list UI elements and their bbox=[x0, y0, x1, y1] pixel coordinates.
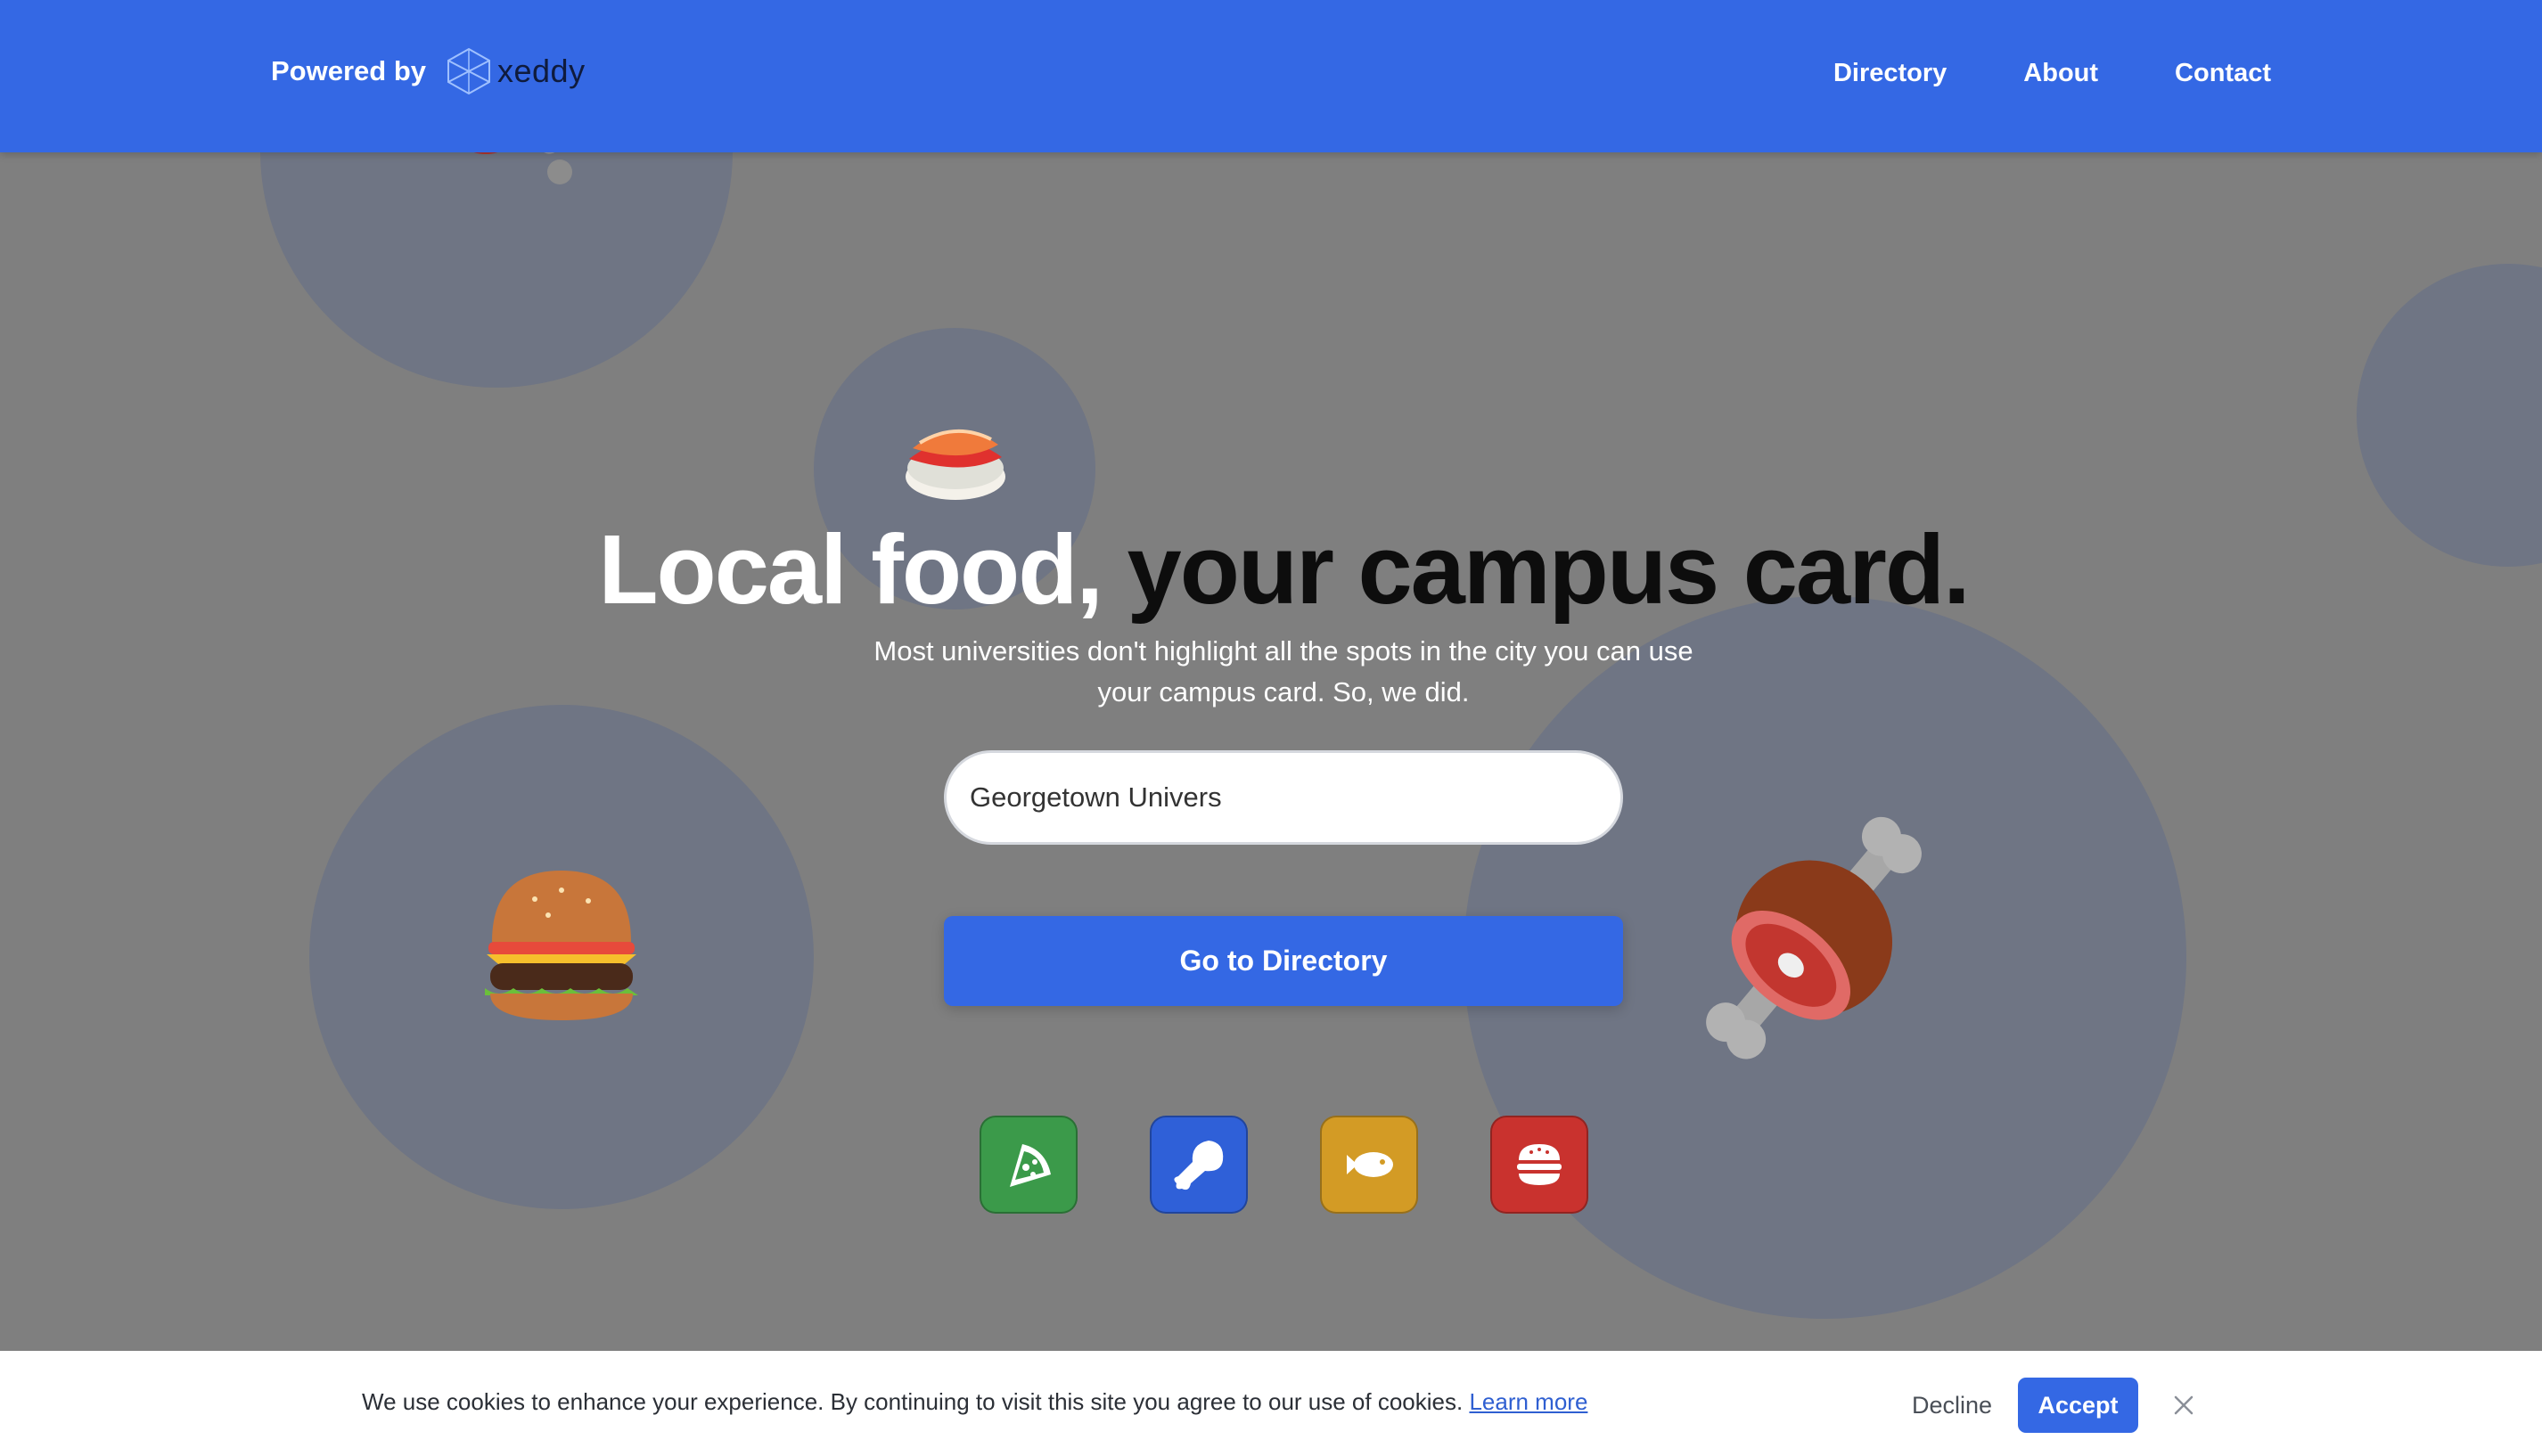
site-header: Powered by xeddy Directory About Contact bbox=[0, 0, 2542, 152]
hero: Local food, your campus card. Most unive… bbox=[0, 152, 2542, 1351]
close-cookie-button[interactable] bbox=[2164, 1386, 2203, 1425]
powered-by-label: Powered by bbox=[271, 55, 426, 86]
logo-wordmark: xeddy bbox=[497, 53, 586, 89]
nav-directory[interactable]: Directory bbox=[1833, 59, 1947, 88]
category-icons bbox=[980, 1116, 1588, 1214]
brand[interactable]: Powered by xeddy bbox=[271, 41, 586, 102]
pizza-icon[interactable] bbox=[980, 1116, 1078, 1214]
xeddy-logo[interactable]: xeddy bbox=[446, 46, 586, 96]
hamburger-icon bbox=[485, 871, 638, 1020]
hero-title-part1: Local food, bbox=[598, 515, 1103, 625]
accept-button[interactable]: Accept bbox=[2018, 1378, 2138, 1433]
nav-contact[interactable]: Contact bbox=[2175, 59, 2271, 88]
fish-icon[interactable] bbox=[1320, 1116, 1418, 1214]
hero-title-part2: your campus card. bbox=[1127, 515, 1971, 625]
meat-on-bone-icon bbox=[1706, 816, 1922, 1059]
cookie-banner: We use cookies to enhance your experienc… bbox=[0, 1351, 2542, 1456]
burger-icon[interactable] bbox=[1490, 1116, 1588, 1214]
go-to-directory-button[interactable]: Go to Directory bbox=[944, 916, 1623, 1006]
meat-on-bone-icon bbox=[473, 152, 572, 184]
main-nav: Directory About Contact bbox=[1833, 50, 2271, 96]
nav-about[interactable]: About bbox=[2023, 59, 2098, 88]
cookie-message: We use cookies to enhance your experienc… bbox=[362, 1388, 1587, 1416]
xeddy-logo-icon bbox=[447, 47, 490, 95]
learn-more-link[interactable]: Learn more bbox=[1469, 1388, 1587, 1415]
close-icon bbox=[2174, 1395, 2194, 1415]
university-search-input[interactable] bbox=[944, 750, 1623, 845]
sushi-icon bbox=[906, 429, 1005, 500]
cookie-message-text: We use cookies to enhance your experienc… bbox=[362, 1388, 1464, 1415]
drumstick-icon[interactable] bbox=[1150, 1116, 1248, 1214]
hero-title: Local food, your campus card. bbox=[0, 513, 2542, 626]
decline-button[interactable]: Decline bbox=[1912, 1380, 1992, 1430]
hero-subtitle: Most universities don't highlight all th… bbox=[873, 635, 1693, 708]
